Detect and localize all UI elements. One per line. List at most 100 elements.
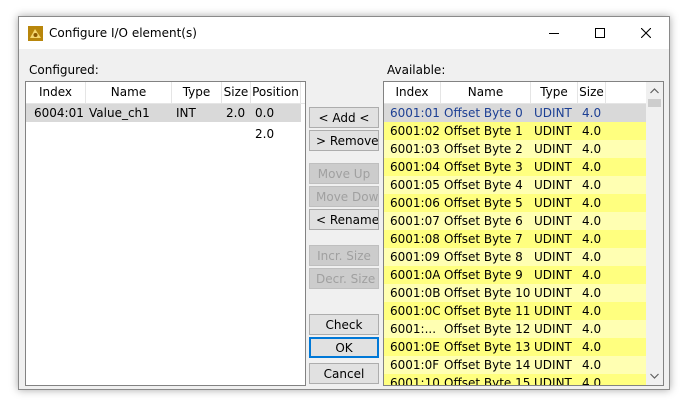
available-row[interactable]: 6001:0A Offset Byte 9 UDINT 4.0: [384, 266, 646, 284]
available-cell-index: 6001:0E: [390, 340, 440, 354]
chevron-up-icon[interactable]: [650, 88, 659, 94]
available-cell-name: Offset Byte 11: [444, 304, 531, 318]
configured-cell-position: 0.0: [255, 106, 275, 120]
available-cell-index: 6001:09: [390, 250, 440, 264]
available-cell-type: UDINT: [534, 106, 572, 120]
available-row[interactable]: 6001:... Offset Byte 12 UDINT 4.0: [384, 320, 646, 338]
window-title: Configure I/O element(s): [49, 26, 197, 40]
configured-row[interactable]: 6004:01 Value_ch1 INT 2.0 0.0: [26, 104, 301, 122]
available-row[interactable]: 6001:0B Offset Byte 10 UDINT 4.0: [384, 284, 646, 302]
available-cell-size: 4.0: [582, 250, 602, 264]
available-row[interactable]: 6001:09 Offset Byte 8 UDINT 4.0: [384, 248, 646, 266]
close-icon: [641, 28, 651, 38]
configured-label: Configured:: [29, 63, 99, 77]
minimize-icon: [549, 33, 559, 34]
configured-list[interactable]: Index Name Type Size Position 6004:01 Va…: [25, 81, 306, 386]
available-cell-name: Offset Byte 1: [444, 124, 523, 138]
configured-col-name[interactable]: Name: [86, 82, 172, 103]
available-cell-type: UDINT: [534, 376, 572, 386]
configured-cell-index: 6004:01: [34, 106, 84, 120]
available-cell-type: UDINT: [534, 178, 572, 192]
available-cell-size: 4.0: [582, 196, 602, 210]
available-row[interactable]: 6001:07 Offset Byte 6 UDINT 4.0: [384, 212, 646, 230]
incr-size-button[interactable]: Incr. Size: [309, 245, 379, 266]
available-cell-name: Offset Byte 3: [444, 160, 523, 174]
available-cell-index: 6001:05: [390, 178, 440, 192]
configured-header: Index Name Type Size Position: [26, 82, 305, 104]
move-down-button[interactable]: Move Down: [309, 186, 379, 207]
available-cell-type: UDINT: [534, 268, 572, 282]
available-row[interactable]: 6001:02 Offset Byte 1 UDINT 4.0: [384, 122, 646, 140]
rename-button[interactable]: < Rename: [309, 209, 379, 230]
scrollbar-thumb[interactable]: [648, 99, 661, 107]
configured-col-index[interactable]: Index: [26, 82, 86, 103]
available-col-index[interactable]: Index: [384, 82, 441, 103]
chevron-down-icon[interactable]: [650, 373, 659, 379]
available-cell-index: 6001:0A: [390, 268, 441, 282]
available-cell-type: UDINT: [534, 160, 572, 174]
configured-col-type[interactable]: Type: [172, 82, 222, 103]
available-label: Available:: [387, 63, 446, 77]
available-row[interactable]: 6001:06 Offset Byte 5 UDINT 4.0: [384, 194, 646, 212]
available-row[interactable]: 6001:10 Offset Byte 15 UDINT 4.0: [384, 374, 646, 386]
available-cell-index: 6001:...: [390, 322, 437, 336]
available-cell-size: 4.0: [582, 358, 602, 372]
ok-button[interactable]: OK: [309, 337, 379, 358]
configured-col-position[interactable]: Position: [251, 82, 301, 103]
available-row[interactable]: 6001:01 Offset Byte 0 UDINT 4.0: [384, 104, 646, 122]
remove-button[interactable]: > Remove >: [309, 130, 379, 151]
available-cell-index: 6001:0F: [390, 358, 440, 372]
available-row[interactable]: 6001:05 Offset Byte 4 UDINT 4.0: [384, 176, 646, 194]
available-cell-size: 4.0: [582, 286, 602, 300]
configure-io-dialog: Configure I/O element(s) Configured: Ava…: [18, 16, 670, 390]
available-cell-name: Offset Byte 15: [444, 376, 531, 386]
minimize-button[interactable]: [531, 17, 577, 49]
app-icon: [28, 26, 43, 41]
configured-col-size[interactable]: Size: [222, 82, 251, 103]
close-button[interactable]: [623, 17, 669, 49]
available-cell-name: Offset Byte 2: [444, 142, 523, 156]
available-cell-type: UDINT: [534, 250, 572, 264]
available-cell-name: Offset Byte 13: [444, 340, 531, 354]
available-cell-size: 4.0: [582, 106, 602, 120]
available-scrollbar[interactable]: [646, 82, 663, 385]
available-cell-name: Offset Byte 7: [444, 232, 523, 246]
available-cell-type: UDINT: [534, 124, 572, 138]
available-cell-type: UDINT: [534, 196, 572, 210]
maximize-button[interactable]: [577, 17, 623, 49]
check-button[interactable]: Check: [309, 314, 379, 335]
maximize-icon: [595, 28, 605, 38]
available-cell-index: 6001:08: [390, 232, 440, 246]
available-col-size[interactable]: Size: [578, 82, 606, 103]
add-button[interactable]: < Add <: [309, 107, 379, 128]
available-cell-size: 4.0: [582, 160, 602, 174]
available-header: Index Name Type Size: [384, 82, 663, 104]
available-cell-name: Offset Byte 8: [444, 250, 523, 264]
available-row[interactable]: 6001:08 Offset Byte 7 UDINT 4.0: [384, 230, 646, 248]
move-up-button[interactable]: Move Up: [309, 163, 379, 184]
available-cell-type: UDINT: [534, 322, 572, 336]
available-col-name[interactable]: Name: [441, 82, 531, 103]
available-row[interactable]: 6001:0E Offset Byte 13 UDINT 4.0: [384, 338, 646, 356]
next-position: 2.0: [255, 127, 275, 141]
available-cell-name: Offset Byte 5: [444, 196, 523, 210]
available-cell-size: 4.0: [582, 232, 602, 246]
available-cell-size: 4.0: [582, 178, 602, 192]
available-cell-index: 6001:03: [390, 142, 440, 156]
available-cell-size: 4.0: [582, 322, 602, 336]
available-row[interactable]: 6001:03 Offset Byte 2 UDINT 4.0: [384, 140, 646, 158]
available-row[interactable]: 6001:0C Offset Byte 11 UDINT 4.0: [384, 302, 646, 320]
available-row[interactable]: 6001:04 Offset Byte 3 UDINT 4.0: [384, 158, 646, 176]
available-cell-name: Offset Byte 14: [444, 358, 531, 372]
cancel-button[interactable]: Cancel: [309, 363, 379, 384]
available-list[interactable]: Index Name Type Size 6001:01 Offset Byte …: [383, 81, 664, 386]
available-cell-index: 6001:10: [390, 376, 440, 386]
available-row[interactable]: 6001:0F Offset Byte 14 UDINT 4.0: [384, 356, 646, 374]
available-cell-type: UDINT: [534, 286, 572, 300]
available-col-type[interactable]: Type: [531, 82, 578, 103]
available-cell-size: 4.0: [582, 142, 602, 156]
configured-cell-name: Value_ch1: [89, 106, 150, 120]
available-cell-size: 4.0: [582, 124, 602, 138]
decr-size-button[interactable]: Decr. Size: [309, 268, 379, 289]
available-cell-index: 6001:06: [390, 196, 440, 210]
